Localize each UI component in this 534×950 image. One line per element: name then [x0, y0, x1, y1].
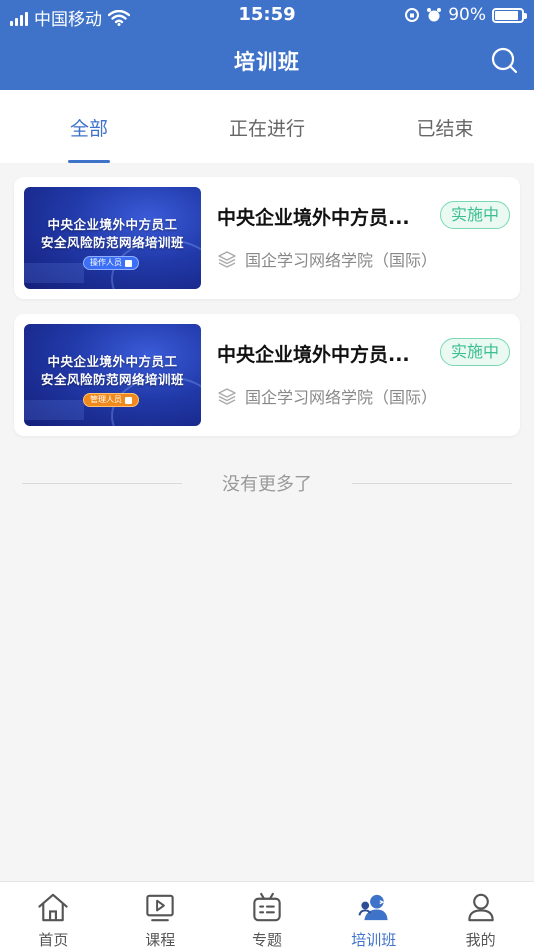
layers-icon	[218, 388, 236, 405]
status-badge: 实施中	[439, 338, 510, 366]
no-more-text: 没有更多了	[222, 474, 312, 495]
profile-icon	[467, 893, 494, 922]
status-right: 90%	[404, 5, 527, 25]
course-org: 国企学习网络学院（国际）	[217, 384, 437, 408]
tab-finished[interactable]: 已结束	[356, 90, 534, 163]
org-label: 国企学习网络学院（国际）	[245, 388, 438, 407]
thumb-title-line2: 安全风险防范网络培训班	[40, 372, 184, 387]
training-icon	[358, 894, 388, 921]
tabbar-label: 课程	[145, 931, 176, 949]
no-more-indicator: 没有更多了	[22, 470, 512, 496]
tabbar-label: 培训班	[351, 931, 397, 949]
training-card[interactable]: 中央企业境外中方员工 安全风险防范网络培训班 操作人员 中央企业境外中方员...…	[14, 177, 520, 299]
tabbar-label: 首页	[38, 931, 69, 949]
alarm-icon	[427, 8, 442, 22]
top-header: 中国移动 15:59 90% 培训班	[0, 0, 534, 90]
home-icon	[38, 893, 69, 922]
thumb-title-line1: 中央企业境外中方员工	[47, 217, 178, 232]
layers-icon	[218, 251, 236, 268]
tab-in-progress[interactable]: 正在进行	[178, 90, 356, 163]
battery-icon	[492, 7, 527, 23]
nav-bar: 培训班	[0, 30, 534, 90]
topic-icon	[253, 892, 281, 922]
thumb-title-line1: 中央企业境外中方员工	[47, 354, 178, 369]
course-org: 国企学习网络学院（国际）	[217, 247, 437, 271]
thumb-role-label: 管理人员	[90, 395, 122, 404]
org-label: 国企学习网络学院（国际）	[245, 251, 438, 270]
course-thumbnail: 中央企业境外中方员工 安全风险防范网络培训班 操作人员	[24, 187, 201, 289]
divider	[352, 482, 512, 484]
search-icon[interactable]	[490, 46, 518, 74]
tabbar-item-courses[interactable]: 课程	[107, 882, 214, 950]
play-icon	[146, 894, 174, 922]
course-thumbnail: 中央企业境外中方员工 安全风险防范网络培训班 管理人员	[24, 324, 201, 426]
tab-label: 全部	[69, 118, 108, 140]
tab-all[interactable]: 全部	[0, 90, 178, 163]
filter-tabs: 全部 正在进行 已结束	[0, 90, 534, 163]
tab-label: 已结束	[416, 118, 474, 140]
status-badge: 实施中	[439, 201, 510, 229]
thumb-role-label: 操作人员	[90, 258, 122, 267]
thumb-role-badge: 管理人员	[83, 393, 139, 407]
page-title: 培训班	[234, 50, 300, 74]
course-title: 中央企业境外中方员...	[217, 207, 410, 229]
course-title: 中央企业境外中方员...	[217, 344, 410, 366]
bottom-tab-bar: 首页 课程 专题 培训班 我的	[0, 881, 534, 950]
tabbar-label: 专题	[251, 931, 282, 949]
battery-level	[495, 10, 518, 20]
tabbar-item-topics[interactable]: 专题	[214, 882, 321, 950]
arrow-icon	[125, 259, 132, 267]
tabbar-item-home[interactable]: 首页	[0, 882, 107, 950]
tab-label: 正在进行	[228, 118, 305, 140]
tabbar-item-profile[interactable]: 我的	[427, 882, 534, 950]
tabbar-item-training[interactable]: 培训班	[320, 882, 427, 950]
training-card[interactable]: 中央企业境外中方员工 安全风险防范网络培训班 管理人员 中央企业境外中方员...…	[14, 314, 520, 436]
training-list: 中央企业境外中方员工 安全风险防范网络培训班 操作人员 中央企业境外中方员...…	[14, 177, 520, 451]
status-bar: 中国移动 15:59 90%	[0, 0, 534, 30]
rotation-lock-icon	[405, 8, 420, 22]
arrow-icon	[125, 396, 132, 404]
tabbar-label: 我的	[465, 931, 496, 949]
thumb-role-badge: 操作人员	[83, 256, 139, 270]
divider	[22, 482, 182, 484]
thumb-title-line2: 安全风险防范网络培训班	[40, 235, 184, 250]
battery-percent: 90%	[448, 5, 486, 25]
